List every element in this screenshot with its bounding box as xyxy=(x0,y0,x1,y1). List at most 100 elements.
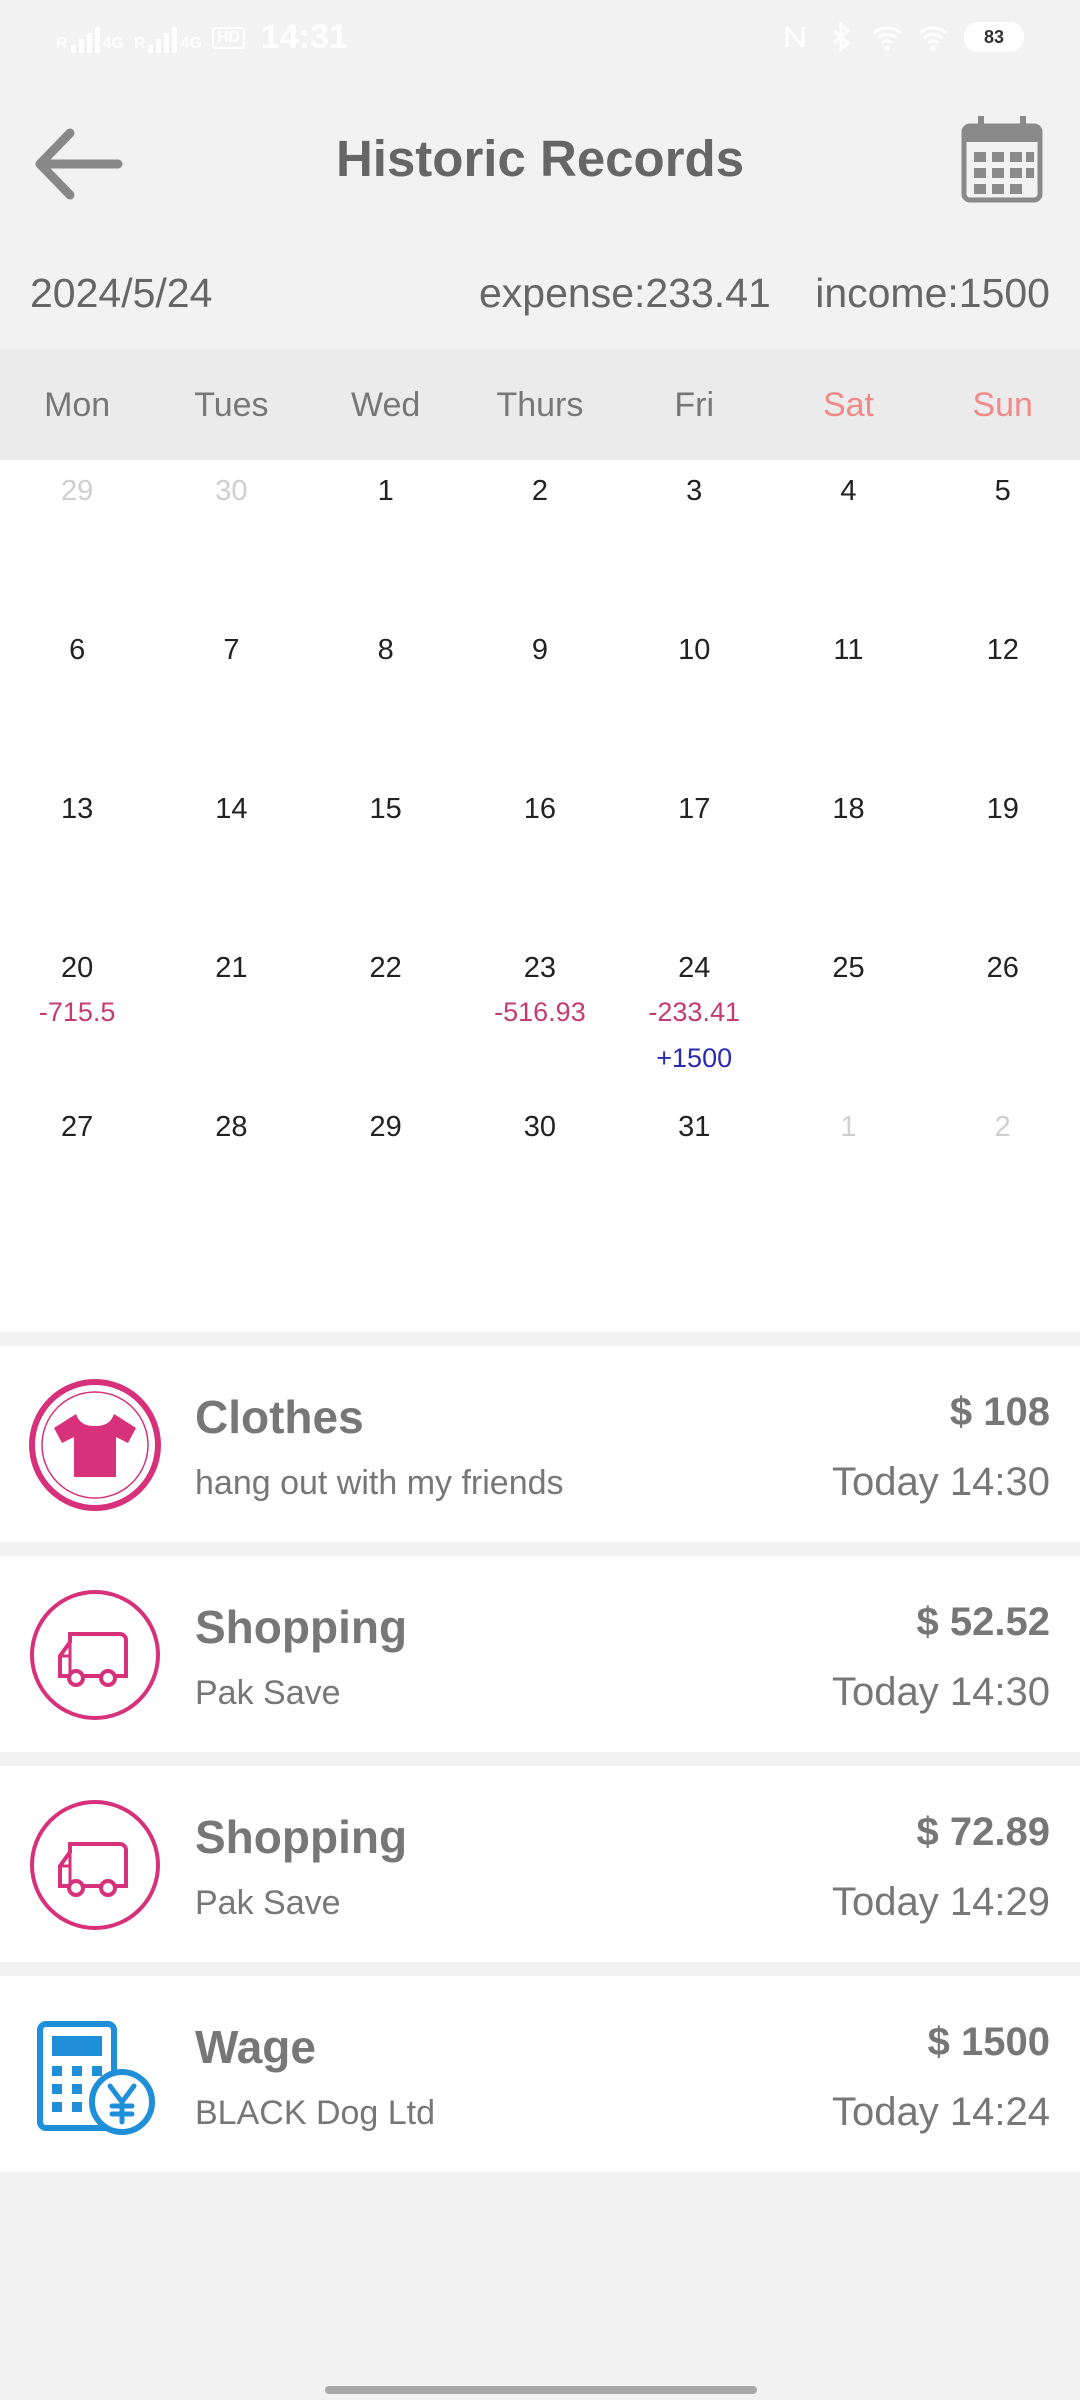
calendar-day-number: 29 xyxy=(369,1111,402,1143)
roaming-label: R xyxy=(133,34,146,52)
calendar-day-cell[interactable]: 31 xyxy=(617,1096,771,1255)
calendar-day-cell[interactable]: 3 xyxy=(617,460,771,619)
calendar-day-cell[interactable]: 19 xyxy=(926,778,1080,937)
calendar-day-cell[interactable]: 30 xyxy=(154,460,308,619)
calendar-day-cell[interactable]: 2 xyxy=(463,460,617,619)
calendar-day-cell[interactable]: 27 xyxy=(0,1096,154,1255)
weekday-fri: Fri xyxy=(674,386,715,424)
calendar-day-number: 9 xyxy=(531,634,548,666)
record-category: Shopping xyxy=(195,1811,408,1863)
weekday-header: Mon Tues Wed Thurs Fri Sat Sun xyxy=(0,350,1080,460)
record-note: Pak Save xyxy=(195,1674,341,1712)
record-note: hang out with my friends xyxy=(195,1464,564,1502)
signal-icon: R 4G xyxy=(134,23,202,53)
calendar-day-number: 15 xyxy=(369,793,402,825)
calendar-day-number: 24 xyxy=(678,952,711,984)
calendar-day-number: 10 xyxy=(678,634,711,666)
calendar-day-number: 11 xyxy=(833,634,864,666)
calendar-day-number: 2 xyxy=(531,475,548,507)
calendar-day-cell[interactable]: 1 xyxy=(771,1096,925,1255)
calendar-day-cell[interactable]: 20 -715.5 xyxy=(0,937,154,1096)
calendar-day-cell[interactable]: 4 xyxy=(771,460,925,619)
calendar-day-cell[interactable]: 17 xyxy=(617,778,771,937)
calendar-week-row: 20 -715.5 21 22 23 -516.93 24 -233.41 +1500 25 26 xyxy=(0,937,1080,1096)
calendar-day-number: 20 xyxy=(61,952,94,984)
calendar-day-cell[interactable]: 13 xyxy=(0,778,154,937)
record-amount: $ 108 xyxy=(949,1390,1050,1434)
calendar-day-number: 8 xyxy=(377,634,394,666)
wifi-icon xyxy=(872,26,902,51)
calendar-day-cell[interactable]: 5 xyxy=(926,460,1080,619)
record-time: Today 14:30 xyxy=(832,1670,1050,1714)
weekday-sat: Sat xyxy=(822,386,874,424)
signal-icon: R 4G xyxy=(56,23,124,53)
calendar-day-cell[interactable]: 29 xyxy=(0,460,154,619)
calendar-day-cell[interactable]: 14 xyxy=(154,778,308,937)
record-item[interactable]: Shopping Pak Save $ 52.52 Today 14:30 xyxy=(0,1556,1080,1752)
calendar-day-number: 6 xyxy=(69,634,86,666)
status-bar: R 4G R 4G HD 14:31 83 xyxy=(0,0,1080,84)
calendar-day-number: 27 xyxy=(61,1111,94,1143)
calculator-yen-icon xyxy=(37,2021,155,2135)
calendar-button[interactable] xyxy=(960,114,1044,204)
network-type-label: 4G xyxy=(102,34,124,52)
weekday-sun: Sun xyxy=(972,386,1033,424)
record-item[interactable]: Clothes hang out with my friends $ 108 T… xyxy=(0,1346,1080,1542)
calendar-day-number: 3 xyxy=(686,475,703,507)
calendar-day-cell[interactable]: 10 xyxy=(617,619,771,778)
calendar-day-cell[interactable]: 16 xyxy=(463,778,617,937)
calendar-day-cell[interactable]: 9 xyxy=(463,619,617,778)
calendar-day-number: 19 xyxy=(986,793,1019,825)
calendar-day-number: 29 xyxy=(61,475,94,507)
status-bar-left: R 4G R 4G HD 14:31 xyxy=(56,18,348,57)
calendar-day-cell[interactable]: 11 xyxy=(771,619,925,778)
record-note: BLACK Dog Ltd xyxy=(195,2094,436,2132)
tshirt-icon xyxy=(29,1379,161,1511)
calendar-day-cell[interactable]: 30 xyxy=(463,1096,617,1255)
calendar-day-cell[interactable]: 24 -233.41 +1500 xyxy=(617,937,771,1096)
home-indicator[interactable] xyxy=(325,2386,757,2394)
record-amount: $ 52.52 xyxy=(916,1600,1050,1644)
record-category: Shopping xyxy=(195,1601,408,1653)
calendar-day-cell[interactable]: 7 xyxy=(154,619,308,778)
calendar-week-row: 13 14 15 16 17 18 19 xyxy=(0,778,1080,937)
record-category: Wage xyxy=(195,2021,316,2073)
truck-icon xyxy=(30,1590,160,1720)
record-time: Today 14:24 xyxy=(832,2090,1050,2134)
wifi-icon xyxy=(918,26,948,51)
calendar-day-number: 25 xyxy=(832,952,865,984)
bluetooth-icon xyxy=(833,22,851,52)
record-time: Today 14:30 xyxy=(832,1460,1050,1504)
calendar-day-cell[interactable]: 2 xyxy=(926,1096,1080,1255)
calendar-day-cell[interactable]: 28 xyxy=(154,1096,308,1255)
calendar-day-number: 23 xyxy=(523,952,557,984)
calendar-day-cell[interactable]: 29 xyxy=(309,1096,463,1255)
calendar-day-number: 1 xyxy=(377,475,394,507)
calendar-day-number: 2 xyxy=(994,1111,1011,1143)
weekday-mon: Mon xyxy=(44,386,111,424)
calendar-day-cell[interactable]: 8 xyxy=(309,619,463,778)
calendar-day-number: 5 xyxy=(994,475,1011,507)
calendar-day-cell[interactable]: 12 xyxy=(926,619,1080,778)
calendar-day-number: 31 xyxy=(678,1111,711,1143)
calendar-day-number: 14 xyxy=(215,793,248,825)
record-item[interactable]: Shopping Pak Save $ 72.89 Today 14:29 xyxy=(0,1766,1080,1962)
calendar-day-cell[interactable]: 23 -516.93 xyxy=(463,937,617,1096)
status-time: 14:31 xyxy=(260,18,348,56)
calendar-grid: 29 30 1 2 3 4 5 6 7 8 9 10 11 12 13 14 15 16 17 18 19 20 -715.… xyxy=(0,460,1080,1332)
calendar-day-cell[interactable]: 15 xyxy=(309,778,463,937)
calendar-day-number: 12 xyxy=(986,634,1019,666)
record-category: Clothes xyxy=(195,1391,364,1443)
calendar-day-cell[interactable]: 22 xyxy=(309,937,463,1096)
calendar-day-cell[interactable]: 26 xyxy=(926,937,1080,1096)
weekday-thu: Thurs xyxy=(496,386,584,424)
calendar-day-cell[interactable]: 6 xyxy=(0,619,154,778)
record-amount: $ 72.89 xyxy=(916,1810,1050,1854)
calendar-day-cell[interactable]: 1 xyxy=(309,460,463,619)
calendar-day-cell[interactable]: 25 xyxy=(771,937,925,1096)
record-time: Today 14:29 xyxy=(832,1880,1050,1924)
record-item[interactable]: Wage BLACK Dog Ltd $ 1500 Today 14:24 xyxy=(0,1976,1080,2172)
calendar-day-cell[interactable]: 18 xyxy=(771,778,925,937)
calendar-day-cell[interactable]: 21 xyxy=(154,937,308,1096)
day-expense: -516.93 xyxy=(494,997,586,1027)
